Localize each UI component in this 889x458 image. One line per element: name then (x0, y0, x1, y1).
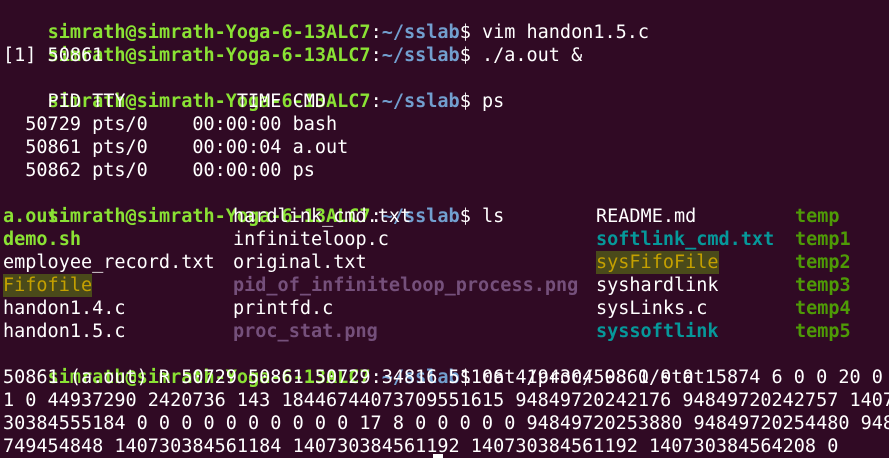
ls-entry: syshardlink (596, 275, 719, 296)
ls-entry: Fifofile (3, 274, 93, 297)
ls-entry: temp5 (795, 321, 851, 342)
ls-entry: hardlink_cmd.txt (233, 206, 412, 227)
prompt-line-ls: simrath@simrath-Yoga-6-13ALC7:~/sslab$ l… (3, 182, 505, 227)
prompt-sign: $ (459, 45, 471, 66)
ls-entry: syssoftlink (596, 321, 719, 342)
prompt-line-vim: simrath@simrath-Yoga-6-13ALC7:~/sslab$ v… (3, 0, 649, 43)
ls-entry: employee_record.txt (3, 252, 215, 273)
ls-entry: temp (795, 206, 840, 227)
ls-entry: temp1 (795, 229, 851, 250)
ls-entry: temp3 (795, 275, 851, 296)
ls-entry: handon1.4.c (3, 298, 126, 319)
text-cursor (433, 454, 443, 458)
ls-entry: temp4 (795, 298, 851, 319)
ls-entry: README.md (596, 206, 697, 227)
stat-line: 30384555184 0 0 0 0 0 0 0 0 0 0 17 8 0 0… (3, 413, 889, 434)
ls-entry: proc_stat.png (233, 321, 378, 342)
ls-entry: printfd.c (233, 298, 334, 319)
command-run: ./a.out & (481, 45, 583, 66)
prompt-line-run: simrath@simrath-Yoga-6-13ALC7:~/sslab$ .… (3, 21, 583, 66)
stat-line: 50861 (a.out) R 50729 50861 50729 34816 … (3, 367, 883, 388)
stat-line: 1 0 44937290 2420736 143 184467440737095… (3, 390, 889, 411)
ls-entry: softlink_cmd.txt (596, 229, 775, 250)
prompt-separator: : (370, 91, 382, 112)
ls-row: Fifofile pid_of_infiniteloop_process.png s… (3, 274, 883, 297)
ps-row: 50862 pts/0 00:00:00 ps (3, 160, 315, 181)
command-ps: ps (481, 91, 505, 112)
ls-row: handon1.4.c printfd.c sysLinks.c temp4 (3, 297, 883, 320)
ls-entry: sysFifoFile (596, 251, 719, 274)
prompt-line-ps: simrath@simrath-Yoga-6-13ALC7:~/sslab$ p… (3, 67, 505, 112)
ls-row: handon1.5.c proc_stat.png syssoftlink temp5 (3, 320, 883, 343)
prompt-line-cat: simrath@simrath-Yoga-6-13ALC7:~/sslab$ c… (3, 343, 705, 388)
ls-entry: handon1.5.c (3, 321, 126, 342)
ls-entry: pid_of_infiniteloop_process.png (233, 275, 579, 296)
ls-entry: a.out (3, 206, 59, 227)
prompt-path: ~/sslab (381, 45, 460, 66)
ps-row: 50861 pts/0 00:00:04 a.out (3, 137, 349, 158)
prompt-sign: $ (459, 91, 471, 112)
ls-entry: demo.sh (3, 229, 81, 250)
terminal-window[interactable]: simrath@simrath-Yoga-6-13ALC7:~/sslab$ v… (0, 0, 889, 458)
ls-row: a.out hardlink_cmd.txt README.md temp (3, 205, 883, 228)
prompt-path: ~/sslab (381, 91, 460, 112)
ls-entry: original.txt (233, 252, 367, 273)
stat-line: 749454848 140730384561184 14073038456119… (3, 436, 839, 457)
ls-row: demo.sh infiniteloop.c softlink_cmd.txt tem… (3, 228, 883, 251)
prompt-separator: : (370, 45, 382, 66)
ls-row: employee_record.txt original.txt sysFifoFi… (3, 251, 883, 274)
ls-entry: infiniteloop.c (233, 229, 389, 250)
ls-entry: temp2 (795, 252, 851, 273)
ls-entry: sysLinks.c (596, 298, 708, 319)
ps-header: PID TTY TIME CMD (3, 91, 327, 112)
ps-row: 50729 pts/0 00:00:00 bash (3, 114, 338, 135)
job-line: [1] 50861 (3, 45, 104, 66)
